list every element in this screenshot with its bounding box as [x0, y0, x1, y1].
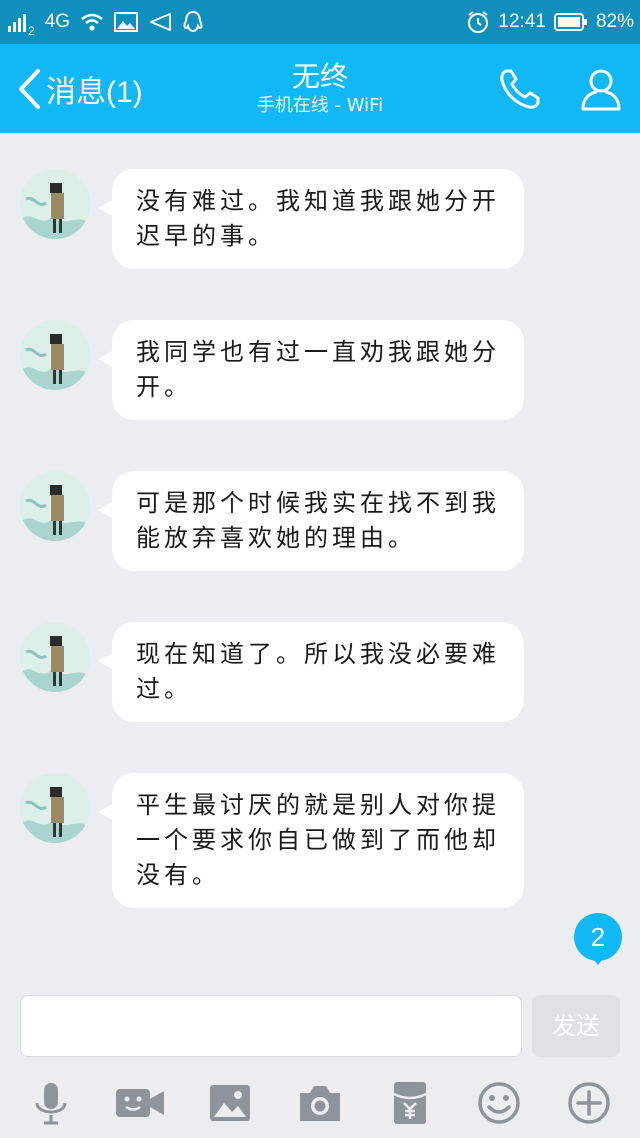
qq-notification-icon [183, 10, 203, 33]
chat-header: 消息(1) 无终 手机在线 - WiFi [0, 44, 640, 133]
wifi-icon [81, 13, 103, 31]
clock: 12:41 [498, 11, 546, 32]
send-button[interactable]: 发送 [532, 995, 620, 1057]
avatar-illustration [20, 169, 90, 239]
input-bar: 发送 [0, 983, 640, 1069]
contact-info[interactable]: 无终 手机在线 - WiFi [170, 60, 470, 118]
message-bubble[interactable]: 现在知道了。所以我没必要难过。 [112, 622, 524, 722]
bottom-toolbar [0, 1069, 640, 1138]
chat-area[interactable]: 没有难过。我知道我跟她分开迟早的事。 我同学也有过一直劝我跟她分开。 可是那个时… [0, 133, 640, 983]
message-bubble[interactable]: 没有难过。我知道我跟她分开迟早的事。 [112, 169, 524, 269]
contact-status: 手机在线 - WiFi [256, 95, 384, 116]
video-icon[interactable] [114, 1077, 166, 1129]
avatar[interactable] [20, 622, 90, 692]
message-bubble[interactable]: 平生最讨厌的就是别人对你提一个要求你自已做到了而他却没有。 [112, 773, 524, 908]
alarm-icon [468, 11, 489, 33]
avatar[interactable] [20, 169, 90, 239]
image-icon[interactable] [204, 1077, 256, 1129]
battery-icon [553, 13, 587, 31]
send-notification-icon [150, 13, 172, 31]
phone-icon[interactable] [497, 66, 543, 112]
message-input[interactable] [20, 995, 522, 1057]
profile-icon[interactable] [578, 66, 624, 112]
chevron-left-icon [19, 68, 40, 109]
microphone-icon[interactable] [25, 1077, 77, 1129]
message-bubble[interactable]: 可是那个时候我实在找不到我能放弃喜欢她的理由。 [112, 471, 524, 571]
camera-icon[interactable] [294, 1077, 346, 1129]
signal-icon [8, 12, 26, 32]
red-packet-icon[interactable] [384, 1077, 436, 1129]
avatar-illustration [20, 773, 90, 843]
avatar-illustration [20, 471, 90, 541]
status-bar: 2 4G 12:41 82% [0, 0, 640, 44]
avatar-illustration [20, 622, 90, 692]
battery-level: 82% [595, 11, 634, 32]
message-bubble[interactable]: 我同学也有过一直劝我跟她分开。 [112, 320, 524, 420]
avatar[interactable] [20, 471, 90, 541]
gallery-notification-icon [114, 12, 139, 32]
sim-slot: 2 [28, 24, 35, 38]
avatar-illustration [20, 320, 90, 390]
badge-tail [590, 955, 606, 965]
network-type: 4G [44, 11, 71, 32]
contact-name: 无终 [291, 60, 348, 93]
back-button[interactable]: 消息(1) [16, 44, 143, 133]
back-label: 消息(1) [46, 75, 143, 109]
avatar[interactable] [20, 773, 90, 843]
emoji-icon[interactable] [473, 1077, 525, 1129]
new-message-badge[interactable]: 2 [574, 913, 622, 961]
plus-icon[interactable] [563, 1077, 615, 1129]
avatar[interactable] [20, 320, 90, 390]
